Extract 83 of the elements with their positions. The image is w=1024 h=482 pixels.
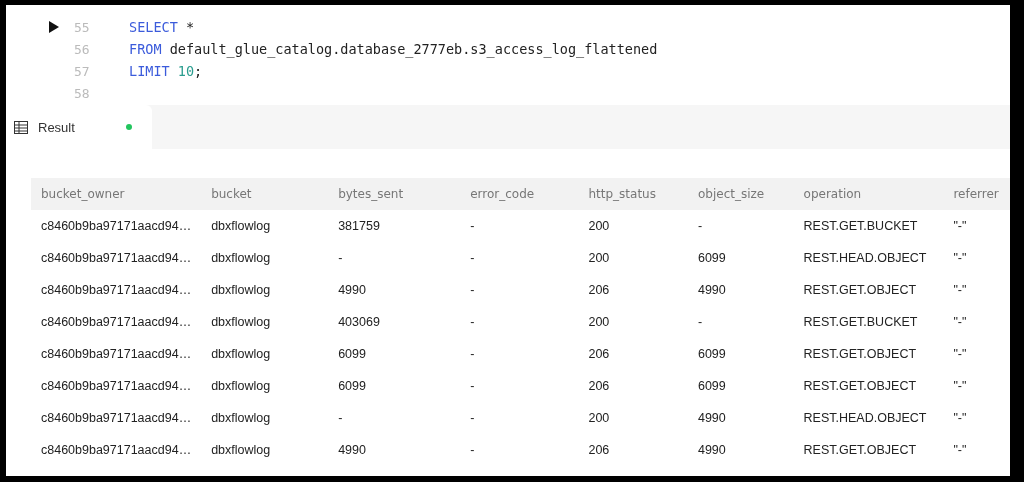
column-header: operation [793,178,944,210]
table-cell: REST.GET.BUCKET [793,210,944,242]
table-cell-text: REST.GET.OBJECT [802,378,918,395]
table-cell-text: - [469,346,476,363]
table-cell: - [687,210,794,242]
line-number: 55 [74,19,91,35]
line-number: 58 [74,85,91,101]
table-cell-text: "-" [952,442,968,459]
table-cell-text: "-" [952,250,968,267]
table-cell-text: 4990 [696,282,727,299]
table-cell-text: dbxflowlog [210,250,272,267]
table-cell-text: "-" [952,282,968,299]
table-cell-text: dbxflowlog [210,346,272,363]
table-cell-text: dbxflowlog [210,282,272,299]
table-cell-text: 403069 [337,314,381,331]
table-cell-text: - [469,378,476,395]
table-cell-text: - [469,282,476,299]
table-cell-text: 6099 [696,378,727,395]
table-cell-text: c8460b9ba97171aacd94… [40,378,193,395]
table-cell-text: REST.GET.BUCKET [802,314,919,331]
table-cell-text: - [469,314,476,331]
table-cell: c8460b9ba97171aacd94… [31,210,202,242]
table-cell-text: 4990 [337,442,367,459]
table-cell-text: c8460b9ba97171aacd94… [40,314,193,331]
code-line: SELECT * [129,19,195,35]
table-cell-text: - [337,250,344,267]
column-header: http_status [578,178,688,210]
table-cell-text: "-" [952,378,968,395]
table-cell-text: REST.GET.OBJECT [802,442,918,459]
table-cell-text: c8460b9ba97171aacd94… [40,442,193,459]
table-cell-text: "-" [952,410,968,427]
column-header: referrer [943,178,1010,210]
table-cell: 381759 [328,210,461,242]
code-line: FROM default_glue_catalog.database_2777eb.s3_access_log_flattened [129,41,658,57]
table-cell-text: dbxflowlog [210,410,272,427]
table-cell-text: 4990 [337,282,367,299]
table-cell: "-" [943,210,1010,242]
table-cell-text: dbxflowlog [210,442,272,459]
table-cell-text: 206 [587,282,611,299]
table-cell-text: 4990 [696,442,727,459]
code-line: LIMIT 10; [129,63,203,79]
table-cell-text: "-" [952,314,968,331]
table-cell-text: 200 [587,250,611,267]
table-cell-text: c8460b9ba97171aacd94… [40,346,193,363]
result-tab[interactable]: Result [6,105,152,149]
table-cell-text: "-" [952,346,968,363]
table-cell-text: REST.HEAD.OBJECT [802,250,928,267]
table-cell-text: 206 [587,378,611,395]
table-cell-text: 200 [587,410,611,427]
table-cell-text: 4990 [696,410,727,427]
table-cell: 200 [578,210,688,242]
line-number: 57 [74,63,91,79]
table-cell-text: - [696,314,704,331]
table-cell: - [460,210,579,242]
line-number: 56 [74,41,91,57]
table-cell-text: c8460b9ba97171aacd94… [40,410,193,427]
table-cell-text: - [469,442,476,459]
table-cell-text: 206 [587,346,611,363]
table-cell-text: 6099 [337,378,367,395]
column-header: error_code [460,178,579,210]
table-cell-text: 6099 [696,346,727,363]
table-cell-text: dbxflowlog [210,378,272,395]
column-header: bytes_sent [328,178,461,210]
table-cell-text: REST.GET.OBJECT [802,282,918,299]
run-button[interactable] [48,20,60,34]
table-cell-text: 6099 [337,346,367,363]
table-cell-text: REST.HEAD.OBJECT [802,410,928,427]
column-header: bucket [201,178,329,210]
table-cell-text: 206 [587,442,611,459]
table-cell-text: 200 [587,314,611,331]
status-dot [126,124,132,130]
table-cell-text: - [469,410,476,427]
table-cell-text: c8460b9ba97171aacd94… [40,282,193,299]
table-cell-text: - [337,410,344,427]
table-cell: dbxflowlog [201,210,329,242]
table-cell-text: 6099 [696,250,727,267]
table-cell-text: c8460b9ba97171aacd94… [40,250,193,267]
column-header: bucket_owner [31,178,202,210]
table-cell-text: dbxflowlog [210,314,272,331]
table-cell-text: REST.GET.OBJECT [802,346,918,363]
column-header: object_size [687,178,794,210]
table-icon [14,120,28,134]
table-cell-text: - [469,250,476,267]
